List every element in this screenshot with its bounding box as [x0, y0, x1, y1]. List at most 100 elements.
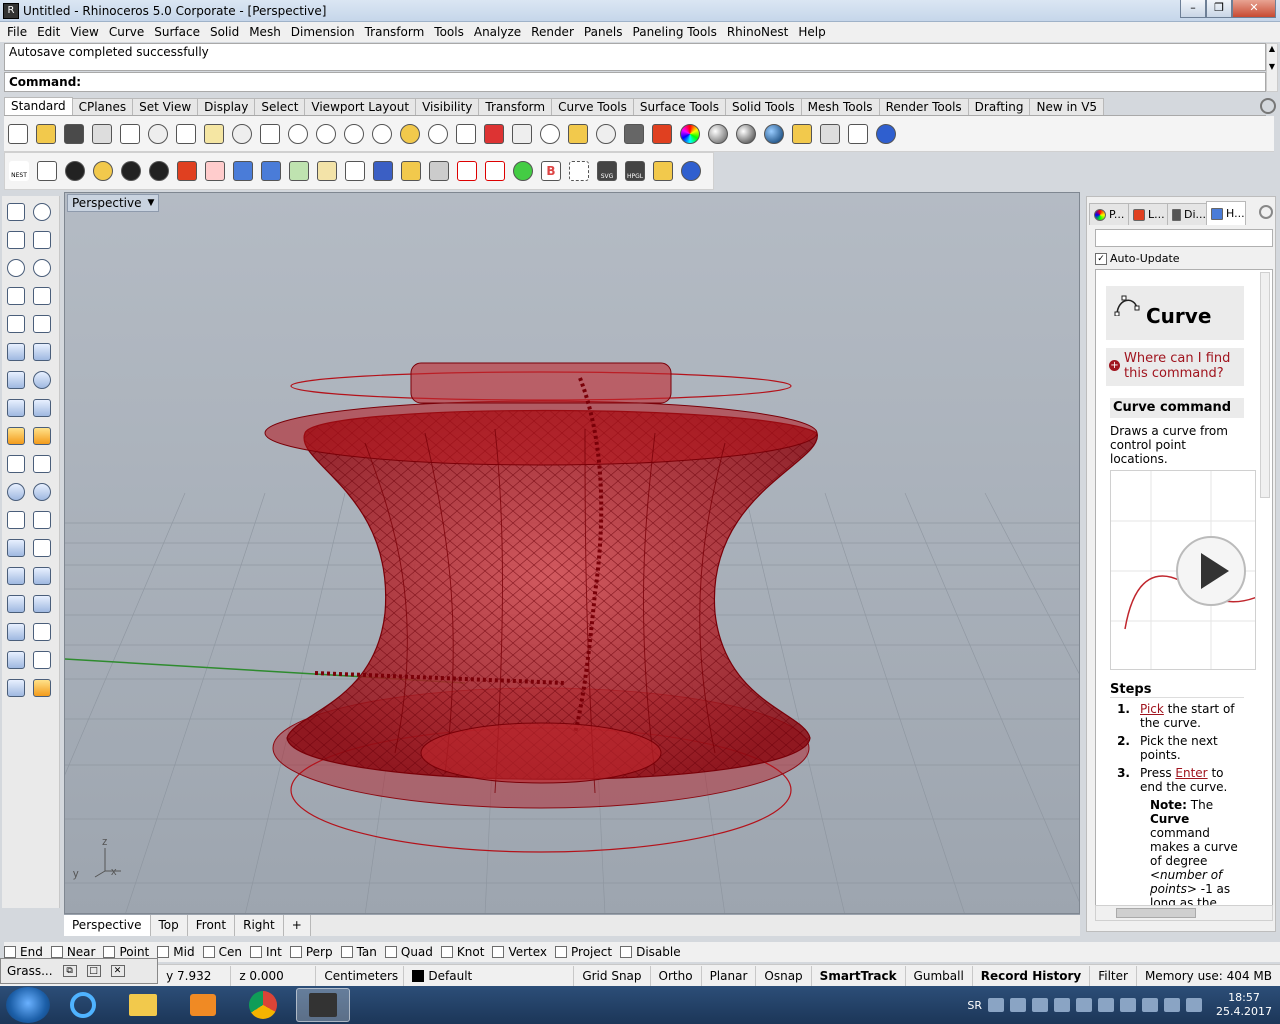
- mirror-icon[interactable]: [30, 564, 54, 588]
- options-gears-icon[interactable]: [816, 120, 844, 148]
- tab-cplanes[interactable]: CPlanes: [71, 98, 134, 115]
- checkbox[interactable]: [620, 946, 633, 958]
- tray-icon[interactable]: [1098, 998, 1115, 1012]
- render-sphere-icon[interactable]: [760, 120, 788, 148]
- group-icon[interactable]: [4, 480, 28, 504]
- layer-icon[interactable]: [648, 120, 676, 148]
- help-vertical-scrollbar[interactable]: [1260, 272, 1270, 498]
- red-frame-icon[interactable]: [453, 157, 481, 185]
- start-button[interactable]: [6, 987, 50, 1023]
- checkbox[interactable]: [103, 946, 116, 958]
- zoom-selected-icon[interactable]: [396, 120, 424, 148]
- checkbox[interactable]: [492, 946, 505, 958]
- tab-drafting[interactable]: Drafting: [967, 98, 1031, 115]
- undo-view-icon[interactable]: [424, 120, 452, 148]
- arrow-icon[interactable]: [341, 157, 369, 185]
- osnap-disable[interactable]: Disable: [620, 945, 681, 959]
- command-prompt[interactable]: Command:: [4, 72, 1266, 92]
- menu-render[interactable]: Render: [526, 22, 579, 42]
- grasshopper-minimized-window[interactable]: Grass... ⧉ □ ✕: [0, 958, 158, 984]
- menu-help[interactable]: Help: [793, 22, 830, 42]
- osnap-end[interactable]: End: [4, 945, 43, 959]
- pick-link[interactable]: Pick: [1140, 702, 1164, 716]
- smarttrack-toggle[interactable]: SmartTrack: [812, 965, 906, 986]
- select-arrow-icon[interactable]: [4, 200, 28, 224]
- shaded-sphere-icon[interactable]: [704, 120, 732, 148]
- checkbox[interactable]: [340, 946, 353, 958]
- color-shapes-icon[interactable]: [509, 157, 537, 185]
- list-icon[interactable]: [33, 157, 61, 185]
- menu-dimension[interactable]: Dimension: [286, 22, 360, 42]
- tab-new-in-v5[interactable]: New in V5: [1029, 98, 1105, 115]
- media-player-icon[interactable]: [176, 988, 230, 1022]
- filter-icon[interactable]: [564, 120, 592, 148]
- nest-report-icon[interactable]: [173, 157, 201, 185]
- surface-tools-icon[interactable]: [30, 340, 54, 364]
- restore-icon[interactable]: ⧉: [62, 965, 77, 977]
- named-cplane-icon[interactable]: [508, 120, 536, 148]
- tray-icon[interactable]: [1076, 998, 1093, 1012]
- blue-puzzle-icon[interactable]: [369, 157, 397, 185]
- panel-tab-display[interactable]: Di...: [1167, 203, 1207, 225]
- step-1-icon[interactable]: [117, 157, 145, 185]
- tab-curve-tools[interactable]: Curve Tools: [551, 98, 634, 115]
- osnap-tan[interactable]: Tan: [340, 945, 377, 959]
- array-icon[interactable]: [4, 564, 28, 588]
- viewport-dropdown-icon[interactable]: ▼: [148, 195, 155, 211]
- perspective-viewport[interactable]: z y x Perspective ▼: [64, 192, 1080, 914]
- checkbox[interactable]: [289, 946, 302, 958]
- menu-solid[interactable]: Solid: [205, 22, 244, 42]
- point-icon[interactable]: [30, 200, 54, 224]
- command-history-scrollbar[interactable]: ▲ ▼: [1266, 43, 1278, 92]
- tray-icon[interactable]: [1164, 998, 1181, 1012]
- help-icon[interactable]: [872, 120, 900, 148]
- ellipse-icon[interactable]: [30, 256, 54, 280]
- osnap-mid[interactable]: Mid: [157, 945, 195, 959]
- osnap-perp[interactable]: Perp: [289, 945, 333, 959]
- tab-mesh-tools[interactable]: Mesh Tools: [800, 98, 880, 115]
- arc-icon[interactable]: [4, 284, 28, 308]
- green-shape-icon[interactable]: [285, 157, 313, 185]
- extrude-icon[interactable]: [4, 396, 28, 420]
- material-icon[interactable]: [788, 120, 816, 148]
- save-icon[interactable]: [60, 120, 88, 148]
- named-views-car-icon[interactable]: [480, 120, 508, 148]
- arcs-icon[interactable]: [313, 157, 341, 185]
- four-views-icon[interactable]: [452, 120, 480, 148]
- rhino-app-icon[interactable]: R: [3, 2, 19, 19]
- mesh-icon[interactable]: [30, 396, 54, 420]
- tab-standard[interactable]: Standard: [4, 97, 73, 115]
- wrench-icon[interactable]: [425, 157, 453, 185]
- auto-update-check[interactable]: ✓: [1095, 252, 1107, 265]
- checkbox[interactable]: [50, 946, 63, 958]
- folders-icon[interactable]: [397, 157, 425, 185]
- new-file-icon[interactable]: [4, 120, 32, 148]
- clock[interactable]: 18:57 25.4.2017: [1216, 991, 1272, 1019]
- tab-set-view[interactable]: Set View: [132, 98, 199, 115]
- analyze-icon[interactable]: [30, 620, 54, 644]
- pan-hand-icon[interactable]: [256, 120, 284, 148]
- select-cursor-icon[interactable]: [844, 120, 872, 148]
- grid-frame-icon[interactable]: [481, 157, 509, 185]
- osnap-knot[interactable]: Knot: [440, 945, 484, 959]
- split-icon[interactable]: [4, 452, 28, 476]
- rhino-taskbar-icon[interactable]: [296, 988, 350, 1022]
- lock-icon[interactable]: [620, 120, 648, 148]
- checkmark-icon[interactable]: [30, 648, 54, 672]
- osnap-quad[interactable]: Quad: [384, 945, 433, 959]
- menu-surface[interactable]: Surface: [149, 22, 205, 42]
- enter-link[interactable]: Enter: [1175, 766, 1207, 780]
- grid-array-icon[interactable]: [4, 620, 28, 644]
- osnap-near[interactable]: Near: [50, 945, 95, 959]
- gumball-toggle[interactable]: Gumball: [906, 965, 973, 986]
- trim-icon[interactable]: [30, 424, 54, 448]
- menu-view[interactable]: View: [65, 22, 103, 42]
- menu-transform[interactable]: Transform: [360, 22, 430, 42]
- box-icon[interactable]: [4, 368, 28, 392]
- open-file-icon[interactable]: [32, 120, 60, 148]
- view-tab-perspective[interactable]: Perspective: [64, 915, 151, 936]
- chrome-icon[interactable]: [236, 988, 290, 1022]
- tray-icon[interactable]: [1120, 998, 1137, 1012]
- viewport-title[interactable]: Perspective ▼: [67, 194, 160, 212]
- tab-display[interactable]: Display: [197, 98, 256, 115]
